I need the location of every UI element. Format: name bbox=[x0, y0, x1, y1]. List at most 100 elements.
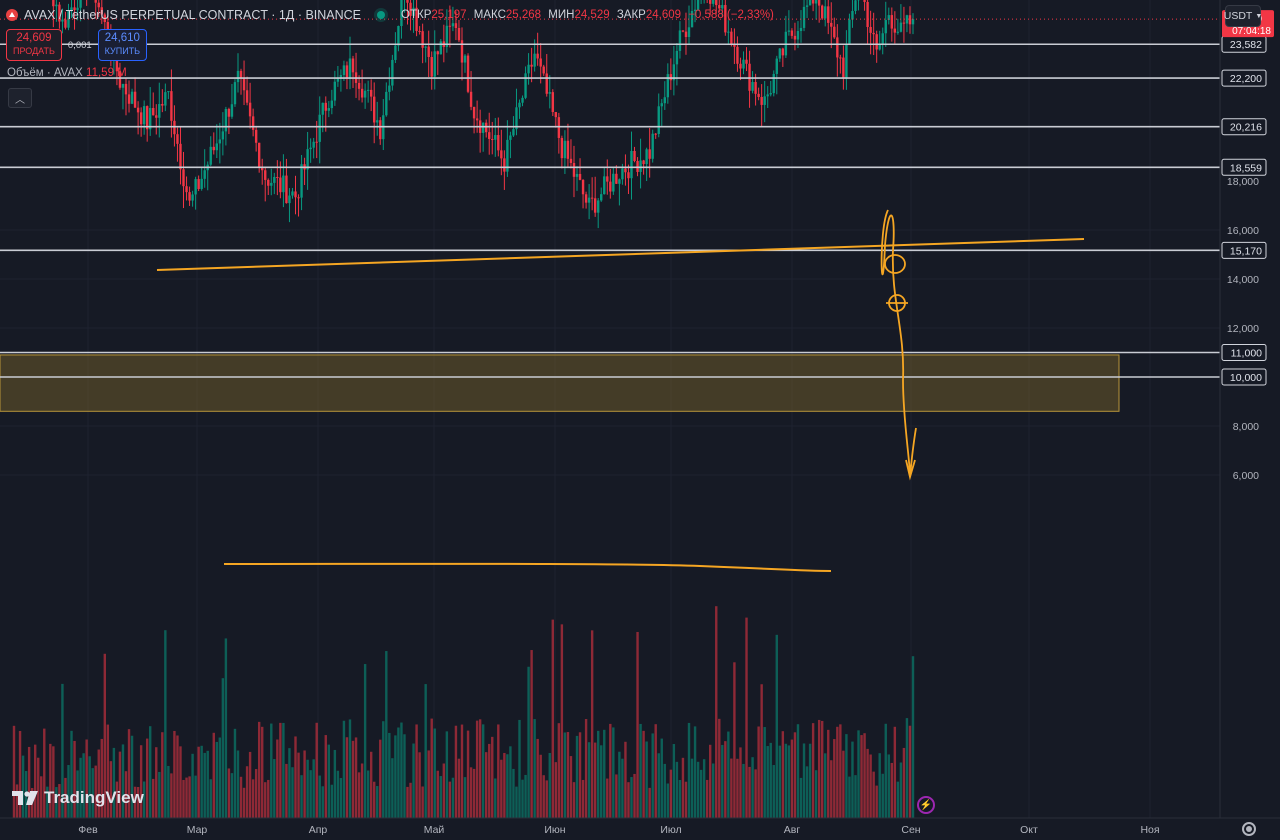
candle-body bbox=[630, 150, 633, 179]
volume-bar bbox=[757, 726, 760, 818]
candle-body bbox=[745, 59, 748, 64]
volume-bar bbox=[158, 771, 161, 818]
volume-bar bbox=[318, 775, 321, 818]
volume-bar bbox=[781, 731, 785, 818]
candle-body bbox=[687, 27, 691, 38]
candle-body bbox=[639, 160, 642, 172]
avax-logo-icon bbox=[6, 9, 18, 21]
candle-body bbox=[554, 112, 558, 118]
volume-bar bbox=[533, 719, 536, 818]
volume-bar bbox=[188, 776, 191, 818]
candle-body bbox=[191, 194, 194, 201]
volume-bar bbox=[690, 758, 694, 818]
volume-bar bbox=[748, 766, 751, 818]
candle-body bbox=[648, 149, 651, 159]
volume-bar bbox=[814, 770, 818, 818]
price-tick-label: 14,000 bbox=[1227, 274, 1259, 286]
level-price-label: 18,559 bbox=[1230, 162, 1262, 174]
volume-bar bbox=[442, 763, 446, 818]
volume-bar bbox=[206, 750, 209, 818]
volume-bar bbox=[651, 733, 654, 818]
candle-body bbox=[530, 64, 533, 67]
candle-body bbox=[245, 90, 249, 103]
candle-body bbox=[660, 103, 663, 107]
volume-bar bbox=[297, 752, 300, 818]
volume-bar bbox=[152, 778, 155, 818]
time-axis: Фев Мар Апр Май Июн Июл Авг Сен Окт Ноя bbox=[0, 817, 1280, 840]
volume-bar bbox=[763, 727, 766, 818]
candle-body bbox=[373, 96, 376, 123]
candle-body bbox=[421, 31, 424, 48]
candle-body bbox=[817, 0, 821, 6]
volume-bar bbox=[787, 745, 791, 818]
volume-bar bbox=[905, 718, 909, 818]
tradingview-logo[interactable]: TradingView bbox=[12, 788, 144, 808]
price-tick-label: 6,000 bbox=[1233, 470, 1259, 482]
candle-body bbox=[681, 30, 685, 32]
volume-bar bbox=[224, 638, 228, 818]
candle-body bbox=[306, 149, 309, 170]
candle-body bbox=[254, 129, 258, 143]
volume-bar bbox=[439, 776, 442, 818]
price-scale: 36,00034,00032,00030,00028,00026,00018,0… bbox=[1219, 0, 1280, 818]
candle-body bbox=[612, 173, 615, 192]
volume-bar bbox=[603, 729, 606, 818]
candle-body bbox=[369, 89, 373, 97]
candle-body bbox=[152, 107, 155, 116]
candle-body bbox=[388, 85, 391, 92]
buy-button[interactable]: 24,610 КУПИТЬ bbox=[97, 29, 148, 61]
candle-body bbox=[345, 65, 349, 79]
ohlc-open-label: ОТКР bbox=[401, 9, 432, 21]
candle-body bbox=[97, 2, 100, 8]
candle-body bbox=[615, 173, 618, 184]
candle-body bbox=[179, 143, 182, 170]
candle-body bbox=[560, 137, 564, 159]
collapse-legend-button[interactable]: ︿ bbox=[8, 88, 32, 108]
currency-selector[interactable]: USDT ▼ bbox=[1224, 5, 1262, 27]
candle-body bbox=[742, 59, 745, 69]
volume-bar bbox=[890, 762, 894, 818]
volume-bar bbox=[448, 781, 452, 818]
volume-bar bbox=[185, 777, 188, 818]
candle-body bbox=[136, 107, 140, 113]
candle-body bbox=[276, 176, 279, 178]
candle-body bbox=[230, 104, 234, 117]
candle-body bbox=[618, 179, 621, 184]
symbol-title[interactable]: AVAX / TetherUS PERPETUAL CONTRACT · 1Д … bbox=[24, 8, 361, 22]
candle-body bbox=[563, 140, 567, 159]
volume-bar bbox=[590, 630, 594, 818]
candle-body bbox=[221, 131, 225, 140]
candle-body bbox=[757, 93, 760, 97]
volume-bar bbox=[699, 769, 703, 818]
trend-line-resistance bbox=[156, 238, 1085, 271]
candle-body bbox=[185, 186, 188, 193]
candle-body bbox=[527, 64, 530, 74]
candle-body bbox=[406, 0, 409, 3]
market-status-icon[interactable] bbox=[377, 11, 386, 19]
volume-bar bbox=[681, 757, 685, 818]
flash-icon[interactable]: ⚡ bbox=[917, 796, 935, 814]
candle-body bbox=[866, 1, 869, 27]
candle-body bbox=[603, 176, 606, 195]
sell-button[interactable]: 24,609 ПРОДАТЬ bbox=[6, 29, 62, 61]
gear-icon[interactable] bbox=[1242, 822, 1256, 836]
price-chart[interactable]: 36,00034,00032,00030,00028,00026,00018,0… bbox=[0, 0, 1280, 840]
volume-bar bbox=[866, 748, 869, 818]
candle-body bbox=[79, 0, 82, 8]
volume-bar bbox=[799, 777, 803, 818]
volume-bar bbox=[899, 762, 903, 818]
price-tick-label: 12,000 bbox=[1227, 323, 1259, 335]
volume-legend[interactable]: Объём · AVAX 11,59 M bbox=[7, 67, 127, 79]
candle-body bbox=[539, 58, 542, 67]
candle-body bbox=[899, 22, 903, 32]
candle-body bbox=[827, 6, 830, 23]
volume-bar bbox=[21, 755, 25, 818]
volume-bar bbox=[724, 741, 727, 818]
volume-bar bbox=[327, 744, 331, 818]
volume-bar bbox=[475, 720, 479, 818]
candle-body bbox=[348, 58, 352, 79]
ohlc-values: ОТКР25,197 МАКС25,268 МИН24,529 ЗАКР24,6… bbox=[401, 9, 778, 21]
volume-bar bbox=[230, 773, 234, 818]
volume-bar bbox=[388, 732, 391, 818]
candle-body bbox=[633, 150, 636, 162]
